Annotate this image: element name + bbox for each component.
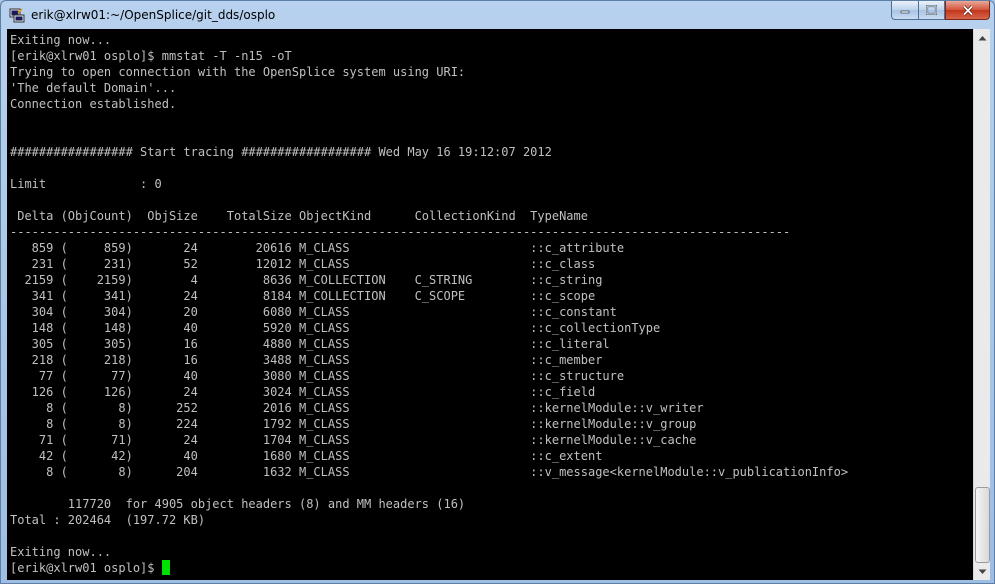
terminal-line: 42 ( 42) 40 1680 M_CLASS ::c_extent [10, 449, 603, 463]
terminal-line: Total : 202464 (197.72 KB) [10, 513, 206, 527]
terminal-line: Trying to open connection with the OpenS… [10, 65, 466, 79]
terminal-line: [erik@xlrw01 osplo]$ mmstat -T -n15 -oT [10, 49, 292, 63]
terminal-line: Delta (ObjCount) ObjSize TotalSize Objec… [10, 209, 588, 223]
terminal-line: 2159 ( 2159) 4 8636 M_COLLECTION C_STRIN… [10, 273, 603, 287]
terminal-line: Exiting now... [10, 545, 112, 559]
shell-prompt: [erik@xlrw01 osplo]$ [10, 561, 162, 575]
scroll-up-button[interactable] [974, 29, 990, 46]
terminal-line: ----------------------------------------… [10, 225, 791, 239]
terminal-line: 231 ( 231) 52 12012 M_CLASS ::c_class [10, 257, 596, 271]
terminal-line: 305 ( 305) 16 4880 M_CLASS ::c_literal [10, 337, 610, 351]
terminal-line: 71 ( 71) 24 1704 M_CLASS ::kernelModule:… [10, 433, 697, 447]
terminal-line: ################# Start tracing ########… [10, 145, 552, 159]
terminal-line: 218 ( 218) 16 3488 M_CLASS ::c_member [10, 353, 603, 367]
minimize-icon [900, 10, 910, 14]
terminal-line: 859 ( 859) 24 20616 M_CLASS ::c_attribut… [10, 241, 625, 255]
terminal-line: 8 ( 8) 252 2016 M_CLASS ::kernelModule::… [10, 401, 704, 415]
vertical-scrollbar[interactable] [973, 29, 990, 580]
close-button[interactable] [945, 1, 990, 20]
window-controls [891, 1, 990, 21]
terminal-line: 8 ( 8) 224 1792 M_CLASS ::kernelModule::… [10, 417, 697, 431]
minimize-button[interactable] [891, 1, 918, 20]
terminal-line: 148 ( 148) 40 5920 M_CLASS ::c_collectio… [10, 321, 661, 335]
terminal-line: 'The default Domain'... [10, 81, 177, 95]
terminal-line: Limit : 0 [10, 177, 162, 191]
scrollbar-thumb[interactable] [975, 487, 990, 563]
scroll-down-button[interactable] [974, 563, 990, 580]
title-bar[interactable]: erik@xlrw01:~/OpenSplice/git_dds/osplo [1, 1, 994, 29]
terminal-window: erik@xlrw01:~/OpenSplice/git_dds/osplo E… [0, 0, 995, 584]
close-icon [962, 4, 973, 16]
terminal-line: Connection established. [10, 97, 177, 111]
terminal-line: 304 ( 304) 20 6080 M_CLASS ::c_constant [10, 305, 617, 319]
terminal-line: 77 ( 77) 40 3080 M_CLASS ::c_structure [10, 369, 625, 383]
terminal-line: 341 ( 341) 24 8184 M_COLLECTION C_SCOPE … [10, 289, 596, 303]
terminal-line: Exiting now... [10, 33, 112, 47]
maximize-icon [926, 5, 937, 15]
terminal-prompt-line: [erik@xlrw01 osplo]$ [10, 560, 170, 576]
window-title: erik@xlrw01:~/OpenSplice/git_dds/osplo [31, 8, 276, 22]
maximize-button[interactable] [918, 1, 945, 20]
text-cursor [161, 560, 170, 575]
arrow-down-icon [978, 569, 986, 574]
putty-terminal-icon[interactable] [9, 7, 25, 23]
terminal-line: 8 ( 8) 204 1632 M_CLASS ::v_message<kern… [10, 465, 849, 479]
terminal-output[interactable]: Exiting now... [erik@xlrw01 osplo]$ mmsta… [7, 29, 973, 580]
terminal-line: 126 ( 126) 24 3024 M_CLASS ::c_field [10, 385, 596, 399]
arrow-up-icon [978, 35, 986, 40]
terminal-line: 117720 for 4905 object headers (8) and M… [10, 497, 466, 511]
